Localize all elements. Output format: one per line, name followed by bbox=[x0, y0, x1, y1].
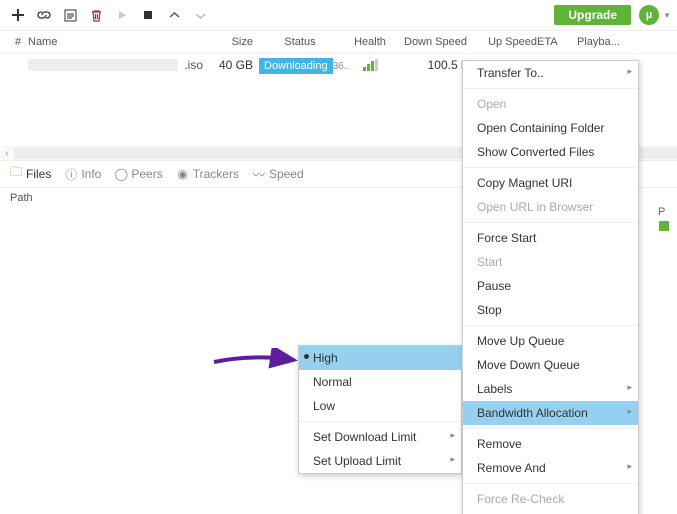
add-link-icon[interactable] bbox=[32, 3, 56, 27]
speed-icon: 〰 bbox=[253, 168, 265, 180]
torrent-size: 40 GB bbox=[203, 58, 253, 72]
chevron-right-icon: ▸ bbox=[627, 66, 632, 77]
stop-icon[interactable] bbox=[136, 3, 160, 27]
bullet-icon bbox=[304, 354, 309, 359]
chevron-right-icon: ▸ bbox=[627, 461, 632, 472]
app-menu-dropdown-icon[interactable]: ▼ bbox=[663, 11, 671, 20]
trackers-icon: ◉ bbox=[177, 168, 189, 180]
torrent-name-redacted bbox=[28, 59, 178, 71]
col-eta[interactable]: ETA bbox=[537, 36, 577, 48]
playback-indicator-icon bbox=[659, 221, 669, 231]
delete-icon[interactable] bbox=[84, 3, 108, 27]
menu-show-converted-files[interactable]: Show Converted Files bbox=[463, 140, 638, 164]
menu-set-upload-limit[interactable]: Set Upload Limit▸ bbox=[299, 449, 461, 473]
col-num[interactable]: # bbox=[8, 36, 28, 48]
menu-open-url-in-browser[interactable]: Open URL in Browser bbox=[463, 195, 638, 219]
bandwidth-submenu: High Normal Low Set Download Limit▸ Set … bbox=[298, 345, 462, 474]
menu-remove[interactable]: Remove bbox=[463, 432, 638, 456]
peers-icon: ◯ bbox=[115, 168, 127, 180]
tab-info[interactable]: ⓘInfo bbox=[65, 167, 101, 181]
menu-copy-magnet-uri[interactable]: Copy Magnet URI bbox=[463, 171, 638, 195]
status-badge: Downloading bbox=[259, 58, 333, 74]
tab-peers[interactable]: ◯Peers bbox=[115, 167, 162, 181]
move-down-icon[interactable] bbox=[188, 3, 212, 27]
start-icon[interactable] bbox=[110, 3, 134, 27]
col-up[interactable]: Up Speed bbox=[467, 36, 537, 48]
header-fragment-p: P bbox=[658, 206, 665, 218]
health-icon bbox=[345, 59, 395, 71]
main-toolbar: Upgrade µ ▼ bbox=[0, 0, 677, 31]
files-icon: 🗀 bbox=[10, 168, 22, 180]
menu-bandwidth-allocation[interactable]: Bandwidth Allocation▸ bbox=[463, 401, 638, 425]
menu-set-download-limit[interactable]: Set Download Limit▸ bbox=[299, 425, 461, 449]
menu-force-recheck[interactable]: Force Re-Check bbox=[463, 487, 638, 511]
menu-stop[interactable]: Stop bbox=[463, 298, 638, 322]
chevron-right-icon: ▸ bbox=[450, 430, 455, 441]
menu-open[interactable]: Open bbox=[463, 92, 638, 116]
col-play[interactable]: Playba... bbox=[577, 36, 627, 48]
menu-move-up-queue[interactable]: Move Up Queue bbox=[463, 329, 638, 353]
menu-open-containing-folder[interactable]: Open Containing Folder bbox=[463, 116, 638, 140]
col-down[interactable]: Down Speed bbox=[395, 36, 467, 48]
upgrade-button[interactable]: Upgrade bbox=[554, 5, 631, 25]
move-up-icon[interactable] bbox=[162, 3, 186, 27]
add-rss-icon[interactable] bbox=[58, 3, 82, 27]
torrent-ext: .iso bbox=[184, 58, 203, 72]
torrent-downspeed: 100.5 k bbox=[395, 58, 467, 72]
torrent-context-menu: Transfer To..▸ Open Open Containing Fold… bbox=[462, 60, 639, 514]
menu-labels[interactable]: Labels▸ bbox=[463, 377, 638, 401]
menu-force-start[interactable]: Force Start bbox=[463, 226, 638, 250]
menu-priority-normal[interactable]: Normal bbox=[299, 370, 461, 394]
menu-remove-and[interactable]: Remove And▸ bbox=[463, 456, 638, 480]
col-health[interactable]: Health bbox=[345, 36, 395, 48]
col-name[interactable]: Name bbox=[28, 36, 203, 48]
col-size[interactable]: Size bbox=[203, 36, 253, 48]
menu-pause[interactable]: Pause bbox=[463, 274, 638, 298]
annotation-arrow-icon bbox=[212, 348, 302, 376]
torrent-list-header: # Name Size Status Health Down Speed Up … bbox=[0, 31, 677, 54]
chevron-right-icon: ▸ bbox=[627, 406, 632, 417]
chevron-right-icon: ▸ bbox=[627, 382, 632, 393]
menu-priority-high[interactable]: High bbox=[299, 346, 461, 370]
tab-trackers[interactable]: ◉Trackers bbox=[177, 167, 239, 181]
tab-speed[interactable]: 〰Speed bbox=[253, 167, 304, 181]
menu-move-down-queue[interactable]: Move Down Queue bbox=[463, 353, 638, 377]
add-torrent-icon[interactable] bbox=[6, 3, 30, 27]
tab-files[interactable]: 🗀Files bbox=[10, 167, 51, 181]
scroll-left-icon[interactable]: ‹ bbox=[0, 148, 14, 159]
col-status[interactable]: Status bbox=[259, 36, 341, 48]
app-logo-icon[interactable]: µ bbox=[639, 5, 659, 25]
menu-transfer-to[interactable]: Transfer To..▸ bbox=[463, 61, 638, 85]
chevron-right-icon: ▸ bbox=[450, 454, 455, 465]
menu-start[interactable]: Start bbox=[463, 250, 638, 274]
menu-priority-low[interactable]: Low bbox=[299, 394, 461, 418]
info-icon: ⓘ bbox=[65, 168, 77, 180]
